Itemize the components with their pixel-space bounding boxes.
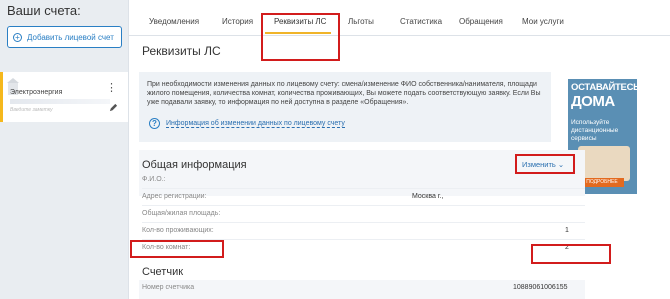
promo-subtitle: Используйте дистанционные сервисы (571, 119, 619, 142)
promo-more-button[interactable]: ПОДРОБНЕЕ (580, 178, 624, 187)
add-account-label: Добавить лицевой счет (27, 32, 114, 42)
account-note-input[interactable]: Введите заметку (10, 107, 53, 113)
tab-bar: Уведомления История Реквизиты ЛС Льготы … (129, 0, 670, 36)
more-options-icon[interactable]: ⋮ (106, 83, 117, 94)
row-divider (142, 188, 585, 189)
sidebar-title: Ваши счета: (7, 3, 81, 18)
annotation-box-rooms-label (130, 240, 224, 258)
row-label-residents: Кол-во проживающих: (142, 227, 214, 234)
row-divider (142, 205, 585, 206)
row-value-residents: 1 (565, 227, 569, 234)
account-number-redacted (10, 99, 110, 104)
annotation-box-edit (515, 154, 575, 174)
promo-line2: ДОМА (571, 93, 615, 110)
meter-number-value: 10889061006155 (513, 284, 568, 291)
tab-benefits[interactable]: Льготы (348, 17, 374, 26)
meter-title: Счетчик (142, 266, 184, 278)
edit-pencil-icon[interactable] (109, 103, 118, 112)
tab-my-services[interactable]: Мои услуги (522, 17, 564, 26)
account-name: Электроэнергия (10, 89, 63, 96)
add-account-button[interactable]: + Добавить лицевой счет (7, 26, 122, 48)
question-icon[interactable]: ? (149, 118, 160, 129)
row-value-address: Москва г., (412, 193, 444, 200)
plus-icon: + (13, 32, 22, 42)
account-card[interactable]: Электроэнергия Введите заметку ⋮ (0, 72, 128, 122)
row-label-address: Адрес регистрации: (142, 193, 207, 200)
sidebar: Ваши счета: + Добавить лицевой счет Элек… (0, 0, 128, 299)
row-divider (142, 222, 585, 223)
help-link[interactable]: Информация об изменении данных по лицево… (166, 120, 345, 128)
promo-image (578, 146, 630, 181)
tab-requests[interactable]: Обращения (459, 17, 503, 26)
annotation-box-rooms-value (531, 244, 611, 264)
row-label-area: Общая/жилая площадь: (142, 210, 221, 217)
page-title: Реквизиты ЛС (142, 44, 221, 58)
tab-statistics[interactable]: Статистика (400, 17, 442, 26)
main-panel: Уведомления История Реквизиты ЛС Льготы … (128, 0, 670, 299)
notice-text: При необходимости изменения данных по ли… (147, 81, 541, 106)
meter-number-label: Номер счетчика (142, 284, 195, 291)
info-notice: При необходимости изменения данных по ли… (139, 72, 551, 142)
tab-history[interactable]: История (222, 17, 253, 26)
promo-line1: ОСТАВАЙТЕСЬ (571, 82, 637, 93)
row-label-fio: Ф.И.О.: (142, 176, 166, 183)
annotation-box-tab (261, 13, 340, 61)
tab-notifications[interactable]: Уведомления (149, 17, 199, 26)
general-info-title: Общая информация (142, 159, 247, 171)
